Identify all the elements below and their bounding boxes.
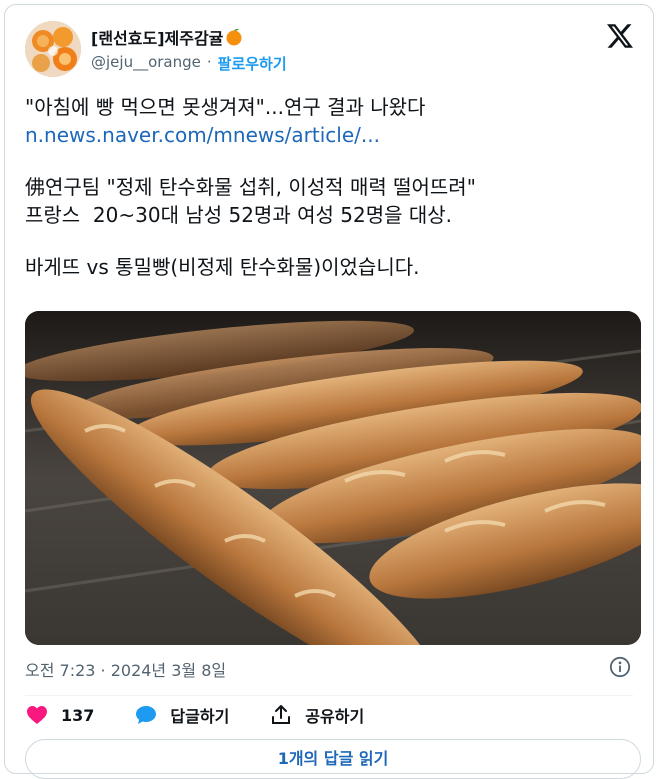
x-logo-icon[interactable]	[607, 23, 633, 49]
heart-icon	[27, 706, 47, 724]
reply-button[interactable]: 답글하기	[134, 703, 229, 727]
tweet-line-research: 佛연구팀 "정제 탄수화물 섭취, 이성적 매력 떨어뜨려"	[25, 175, 476, 199]
tweet-text: "아침에 빵 먹으면 못생겨져"...연구 결과 나왔다 n.news.nave…	[25, 93, 645, 281]
share-label: 공유하기	[305, 707, 365, 726]
info-icon[interactable]	[609, 656, 631, 678]
article-link[interactable]: n.news.naver.com/mnews/article/...	[25, 121, 645, 149]
tweet-timestamp[interactable]: 오전 7:23 · 2024년 3월 8일	[25, 657, 226, 681]
tweet-line-comparison: 바게뜨 vs 통밀빵(비정제 탄수화물)이었습니다.	[25, 255, 420, 279]
follow-button[interactable]: 팔로우하기	[218, 53, 287, 74]
share-button[interactable]: 공유하기	[269, 703, 364, 727]
baguette-photo[interactable]	[25, 311, 641, 645]
tweet-card: [랜선효도]제주감귤 @jeju__orange · 팔로우하기 "아침에 빵 …	[4, 4, 654, 779]
reply-label: 답글하기	[170, 707, 230, 726]
divider	[25, 695, 633, 696]
tweet-line-participants: 프랑스 20~30대 남성 52명과 여성 52명을 대상.	[25, 203, 453, 227]
author-name-row: [랜선효도]제주감귤	[91, 25, 243, 49]
speech-bubble-icon	[136, 706, 157, 724]
read-replies-button[interactable]: 1개의 답글 읽기	[25, 739, 641, 779]
like-count: 137	[61, 705, 95, 725]
action-bar: 137 답글하기 공유하기	[25, 703, 404, 727]
avatar[interactable]	[25, 21, 81, 77]
orange-emoji-icon	[226, 28, 242, 46]
author-handle[interactable]: @jeju__orange	[91, 53, 201, 74]
separator-dot: ·	[206, 53, 212, 71]
author-handle-row: @jeju__orange · 팔로우하기	[91, 53, 287, 74]
share-icon	[272, 705, 291, 724]
author-display-name[interactable]: [랜선효도]제주감귤	[91, 25, 223, 49]
like-button[interactable]: 137	[25, 703, 94, 727]
tweet-headline: "아침에 빵 먹으면 못생겨져"...연구 결과 나왔다	[25, 95, 426, 119]
